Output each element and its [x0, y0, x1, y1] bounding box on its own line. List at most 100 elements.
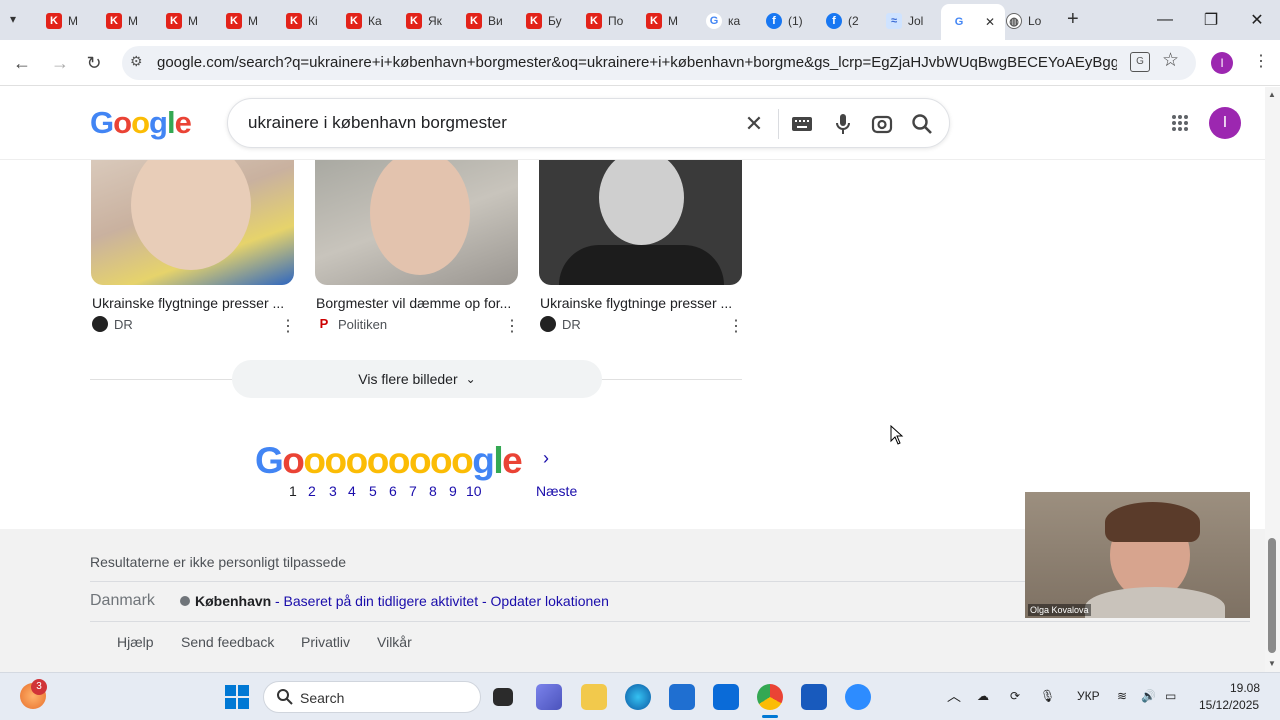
page-number-link[interactable]: 3 — [329, 483, 337, 499]
page-number-link[interactable]: 9 — [449, 483, 457, 499]
browser-tab[interactable]: KМ — [46, 8, 78, 34]
forward-button[interactable]: → — [47, 50, 73, 76]
search-submit-icon[interactable] — [909, 111, 935, 137]
search-divider — [778, 109, 779, 139]
google-account-avatar[interactable]: I — [1209, 107, 1241, 139]
scroll-up-icon[interactable]: ▲ — [1268, 90, 1276, 99]
site-info-icon[interactable]: ⚙ — [130, 53, 143, 70]
reload-button[interactable]: ↻ — [81, 50, 107, 76]
browser-tab[interactable]: ≈ Jol — [886, 8, 923, 34]
battery-icon[interactable]: ▭ — [1165, 689, 1176, 703]
browser-tab[interactable]: K Кі — [286, 8, 318, 34]
google-apps-icon[interactable] — [1171, 114, 1189, 137]
microphone-icon[interactable]: 🎙 — [1040, 689, 1055, 703]
image-result-title[interactable]: Borgmester vil dæmme op for... — [316, 295, 511, 311]
page-number-link[interactable]: 5 — [369, 483, 377, 499]
taskbar-search[interactable]: Search — [263, 681, 481, 713]
location-basis-link[interactable]: - Baseret på din tidligere aktivitet - O… — [275, 593, 609, 609]
chevron-right-icon[interactable]: › — [543, 448, 549, 469]
word-icon[interactable] — [801, 684, 827, 710]
microsoft-store-icon[interactable] — [669, 684, 695, 710]
browser-tab[interactable]: f (2 — [826, 8, 859, 34]
search-input[interactable]: ukrainere i københavn borgmester — [248, 113, 507, 133]
more-options-icon[interactable]: ⋮ — [728, 316, 744, 336]
page-number-link[interactable]: 8 — [429, 483, 437, 499]
page-number-link[interactable]: 4 — [348, 483, 356, 499]
image-result-thumbnail[interactable] — [91, 160, 294, 285]
chrome-icon[interactable] — [757, 684, 783, 710]
terms-link[interactable]: Vilkår — [377, 634, 412, 650]
translate-icon[interactable]: G — [1130, 52, 1150, 72]
back-button[interactable]: ← — [9, 50, 35, 76]
close-window-button[interactable]: ✕ — [1234, 6, 1280, 34]
image-result-source[interactable]: DR — [540, 316, 581, 332]
tab-search-dropdown-icon[interactable]: ▾ — [10, 12, 16, 26]
zoom-icon[interactable] — [845, 684, 871, 710]
browser-tab[interactable]: KМ — [226, 8, 258, 34]
update-location-link[interactable]: Opdater lokationen — [491, 593, 609, 609]
browser-tab[interactable]: K Бу — [526, 8, 562, 34]
more-images-button[interactable]: Vis flere billeder ⌄ — [232, 360, 602, 398]
new-tab-button[interactable]: + — [1067, 8, 1079, 31]
image-result-thumbnail[interactable] — [539, 160, 742, 285]
task-view-icon[interactable] — [493, 688, 513, 706]
azure-icon[interactable] — [713, 684, 739, 710]
onedrive-icon[interactable]: ☁ — [977, 689, 989, 703]
video-call-overlay[interactable]: Olga Kovalova — [1025, 492, 1250, 618]
restore-button[interactable]: ❐ — [1188, 6, 1234, 34]
scroll-down-icon[interactable]: ▼ — [1268, 659, 1276, 668]
google-logo[interactable]: Google — [90, 105, 192, 141]
browser-tab[interactable]: K Ка — [346, 8, 382, 34]
lens-search-icon[interactable] — [869, 111, 895, 137]
browser-tab[interactable]: ◍ Lo — [1006, 8, 1041, 34]
profile-avatar[interactable]: I — [1211, 52, 1233, 74]
browser-tab[interactable]: K По — [586, 8, 623, 34]
help-link[interactable]: Hjælp — [117, 634, 154, 650]
input-language[interactable]: УКР — [1077, 689, 1100, 703]
edge-icon[interactable] — [625, 684, 651, 710]
clock-time[interactable]: 19.08 — [1230, 681, 1260, 695]
volume-icon[interactable]: 🔊 — [1141, 689, 1156, 703]
browser-tab-label: Кі — [308, 14, 318, 28]
close-tab-icon[interactable]: ✕ — [985, 15, 995, 29]
search-box[interactable]: ukrainere i københavn borgmester ✕ — [227, 98, 950, 148]
voice-search-icon[interactable] — [830, 111, 856, 137]
browser-tab[interactable]: K Як — [406, 8, 442, 34]
browser-tab[interactable]: KМ — [646, 8, 678, 34]
scrollbar-thumb[interactable] — [1268, 538, 1276, 653]
browser-tab[interactable]: G ✕ — [941, 4, 1006, 40]
next-page-link[interactable]: Næste — [536, 483, 577, 499]
page-number-link[interactable]: 6 — [389, 483, 397, 499]
minimize-button[interactable]: — — [1142, 6, 1188, 34]
browser-tab[interactable]: KМ — [166, 8, 198, 34]
image-result-title[interactable]: Ukrainske flygtninge presser ... — [540, 295, 732, 311]
bookmark-star-icon[interactable]: ☆ — [1162, 49, 1179, 72]
address-bar-url[interactable]: google.com/search?q=ukrainere+i+københav… — [157, 54, 1117, 71]
windows-start-icon[interactable] — [225, 685, 249, 714]
page-number-link[interactable]: 2 — [308, 483, 316, 499]
sync-icon[interactable]: ⟳ — [1010, 689, 1020, 703]
more-options-icon[interactable]: ⋮ — [280, 316, 296, 336]
browser-menu-icon[interactable]: ⋮ — [1253, 51, 1269, 71]
browser-tab[interactable]: KМ — [106, 8, 138, 34]
clock-date[interactable]: 15/12/2025 — [1199, 698, 1259, 712]
page-number-link[interactable]: 10 — [466, 483, 482, 499]
address-bar[interactable]: ⚙ google.com/search?q=ukrainere+i+københ… — [122, 46, 1196, 80]
browser-tab[interactable]: Gка — [706, 8, 740, 34]
image-result-source[interactable]: P Politiken — [316, 316, 387, 332]
more-options-icon[interactable]: ⋮ — [504, 316, 520, 336]
keyboard-icon[interactable] — [789, 111, 815, 137]
image-result-source[interactable]: DR — [92, 316, 133, 332]
image-result-thumbnail[interactable] — [315, 160, 518, 285]
privacy-link[interactable]: Privatliv — [301, 634, 350, 650]
page-number-link[interactable]: 7 — [409, 483, 417, 499]
teams-icon[interactable] — [536, 684, 562, 710]
image-result-title[interactable]: Ukrainske flygtninge presser ... — [92, 295, 284, 311]
browser-tab[interactable]: K Ви — [466, 8, 503, 34]
clear-search-icon[interactable]: ✕ — [741, 111, 767, 137]
file-explorer-icon[interactable] — [581, 684, 607, 710]
wifi-icon[interactable]: ≋ — [1117, 689, 1127, 703]
send-feedback-link[interactable]: Send feedback — [181, 634, 274, 650]
browser-tab[interactable]: f (1) — [766, 8, 803, 34]
show-hidden-icons-icon[interactable]: ︿ — [947, 686, 961, 706]
